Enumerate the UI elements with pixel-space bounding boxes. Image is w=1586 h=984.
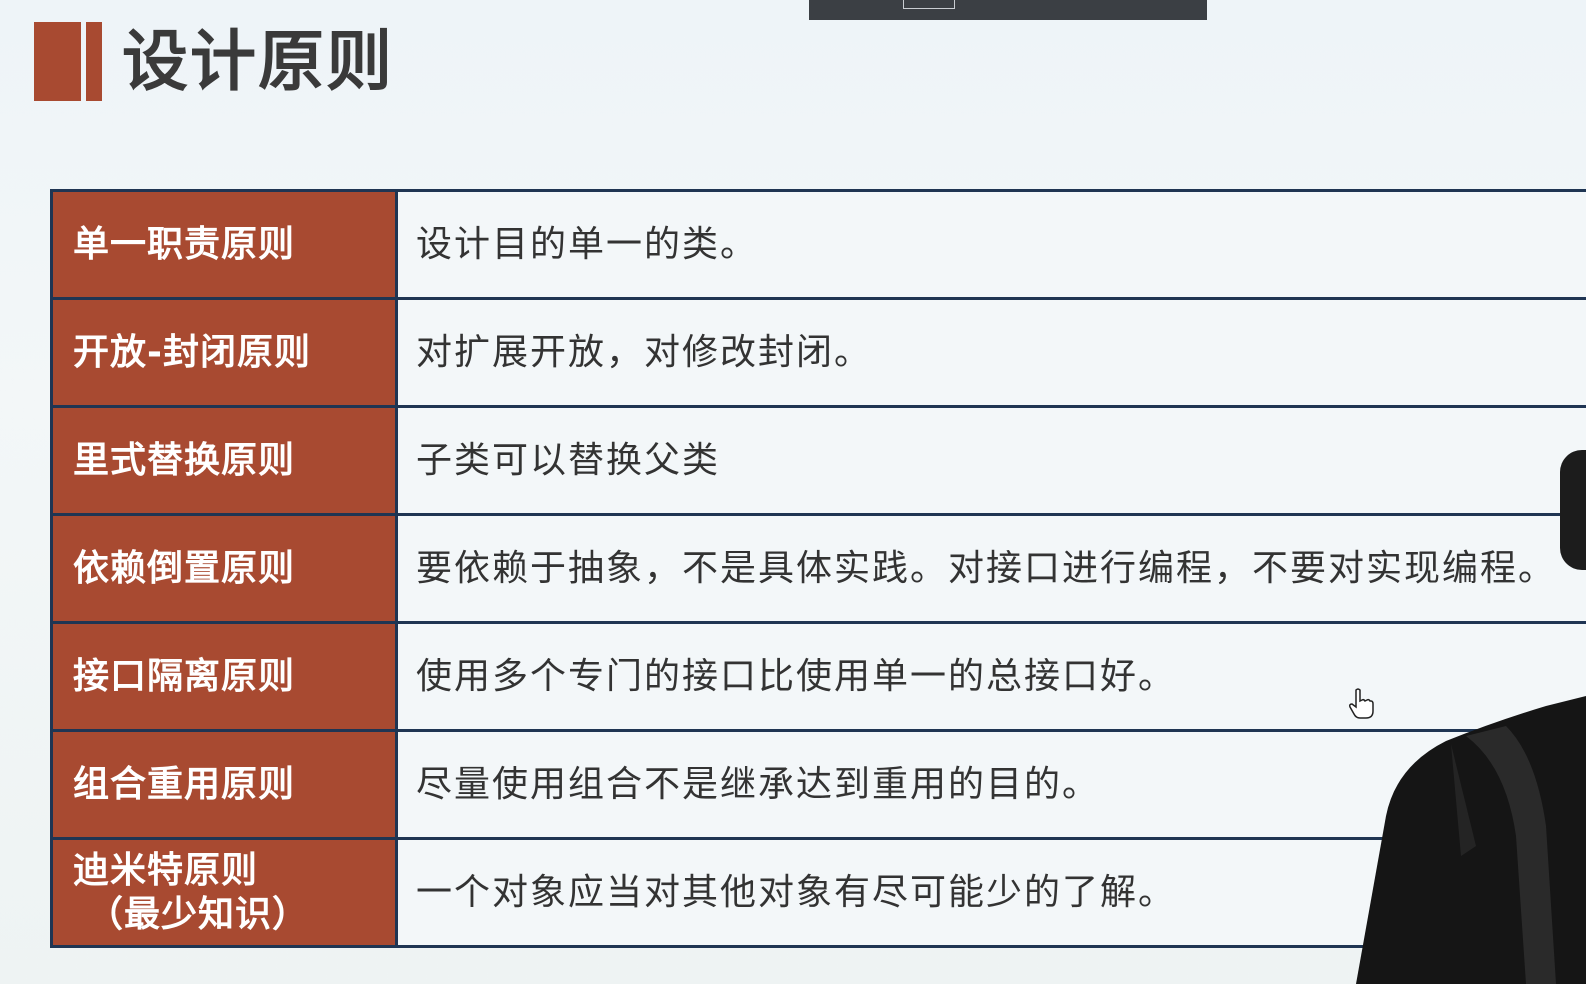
table-row: 开放-封闭原则 对扩展开放，对修改封闭。 — [50, 297, 1586, 408]
video-control-bar — [809, 0, 1207, 20]
principle-name: 单一职责原则 — [50, 189, 398, 300]
table-row: 单一职责原则 设计目的单一的类。 — [50, 189, 1586, 300]
title-marker-bar-thin — [86, 22, 102, 101]
principle-description: 要依赖于抽象，不是具体实践。对接口进行编程，不要对实现编程。 — [395, 513, 1586, 624]
presenter-silhouette — [1356, 696, 1586, 984]
title-marker — [34, 22, 102, 101]
hand-cursor-icon — [1349, 688, 1374, 719]
principle-name: 依赖倒置原则 — [50, 513, 398, 624]
page-title: 设计原则 — [122, 23, 394, 100]
table-row: 里式替换原则 子类可以替换父类 — [50, 405, 1586, 516]
table-row: 依赖倒置原则 要依赖于抽象，不是具体实践。对接口进行编程，不要对实现编程。 — [50, 513, 1586, 624]
title-marker-bar — [34, 22, 81, 101]
principle-name: 组合重用原则 — [50, 729, 398, 840]
principle-description: 对扩展开放，对修改封闭。 — [395, 297, 1586, 408]
principle-name: 迪米特原则 — [73, 849, 259, 891]
presenter-arm — [1560, 450, 1586, 570]
principle-name: 里式替换原则 — [50, 405, 398, 516]
principle-name-subtitle: （最少知识） — [87, 893, 310, 935]
principle-description: 子类可以替换父类 — [395, 405, 1586, 516]
principle-name: 接口隔离原则 — [50, 621, 398, 732]
control-bar-notch — [903, 0, 955, 9]
principle-description: 设计目的单一的类。 — [395, 189, 1586, 300]
principle-name: 开放-封闭原则 — [50, 297, 398, 408]
principle-name-cell: 迪米特原则 （最少知识） — [50, 837, 398, 948]
